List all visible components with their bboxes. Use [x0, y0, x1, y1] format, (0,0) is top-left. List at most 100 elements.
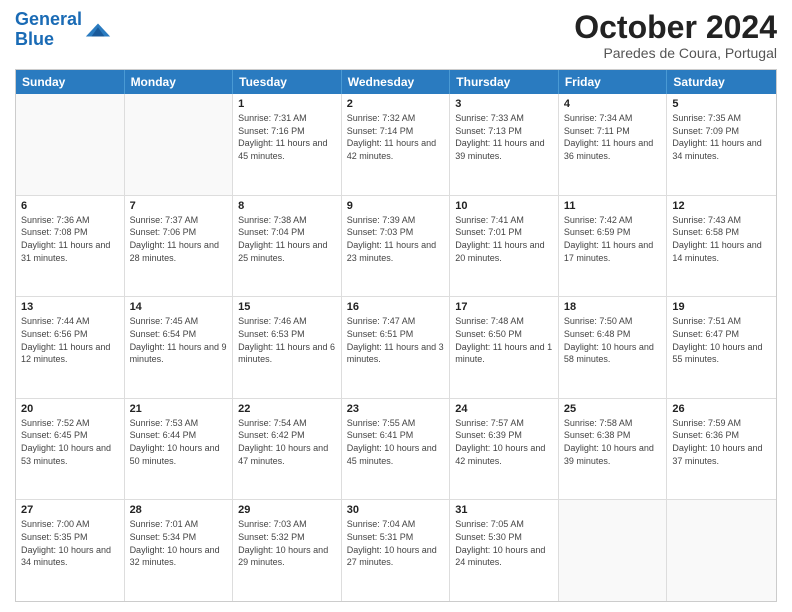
calendar-cell: 6 Sunrise: 7:36 AM Sunset: 7:08 PM Daylig… [16, 196, 125, 297]
location: Paredes de Coura, Portugal [574, 45, 777, 61]
cell-date: 7 [130, 200, 228, 212]
cell-info: Sunrise: 7:47 AM Sunset: 6:51 PM Dayligh… [347, 315, 445, 365]
calendar: SundayMondayTuesdayWednesdayThursdayFrid… [15, 69, 777, 602]
cell-date: 14 [130, 301, 228, 313]
calendar-cell: 19 Sunrise: 7:51 AM Sunset: 6:47 PM Dayli… [667, 297, 776, 398]
calendar-row-0: 1Sunrise: 7:31 AM Sunset: 7:16 PM Daylig… [16, 94, 776, 196]
cell-info: Sunrise: 7:05 AM Sunset: 5:30 PM Dayligh… [455, 518, 553, 568]
weekday-header-thursday: Thursday [450, 70, 559, 94]
weekday-header-wednesday: Wednesday [342, 70, 451, 94]
calendar-cell: 15Sunrise: 7:46 AM Sunset: 6:53 PM Dayli… [233, 297, 342, 398]
cell-date: 27 [21, 504, 119, 516]
cell-info: Sunrise: 7:01 AM Sunset: 5:34 PM Dayligh… [130, 518, 228, 568]
calendar-cell: 12Sunrise: 7:43 AM Sunset: 6:58 PM Dayli… [667, 196, 776, 297]
cell-info: Sunrise: 7:34 AM Sunset: 7:11 PM Dayligh… [564, 112, 662, 162]
title-block: October 2024 Paredes de Coura, Portugal [574, 10, 777, 61]
cell-date: 26 [672, 403, 771, 415]
cell-date: 15 [238, 301, 336, 313]
cell-info: Sunrise: 7:32 AM Sunset: 7:14 PM Dayligh… [347, 112, 445, 162]
cell-info: Sunrise: 7:33 AM Sunset: 7:13 PM Dayligh… [455, 112, 553, 162]
cell-date: 18 [564, 301, 662, 313]
calendar-cell: 21Sunrise: 7:53 AM Sunset: 6:44 PM Dayli… [125, 399, 234, 500]
cell-date: 3 [455, 98, 553, 110]
calendar-cell [125, 94, 234, 195]
cell-info: Sunrise: 7:45 AM Sunset: 6:54 PM Dayligh… [130, 315, 228, 365]
cell-date: 11 [564, 200, 662, 212]
calendar-cell: 16 Sunrise: 7:47 AM Sunset: 6:51 PM Dayli… [342, 297, 451, 398]
cell-date: 17 [455, 301, 553, 313]
calendar-cell: 26 Sunrise: 7:59 AM Sunset: 6:36 PM Dayli… [667, 399, 776, 500]
calendar-cell: 14 Sunrise: 7:45 AM Sunset: 6:54 PM Dayli… [125, 297, 234, 398]
cell-date: 28 [130, 504, 228, 516]
cell-info: Sunrise: 7:00 AM Sunset: 5:35 PM Dayligh… [21, 518, 119, 568]
calendar-cell: 1Sunrise: 7:31 AM Sunset: 7:16 PM Daylig… [233, 94, 342, 195]
cell-info: Sunrise: 7:52 AM Sunset: 6:45 PM Dayligh… [21, 417, 119, 467]
calendar-body: 1Sunrise: 7:31 AM Sunset: 7:16 PM Daylig… [16, 94, 776, 601]
calendar-cell: 20 Sunrise: 7:52 AM Sunset: 6:45 PM Dayli… [16, 399, 125, 500]
cell-date: 5 [672, 98, 771, 110]
calendar-cell: 13 Sunrise: 7:44 AM Sunset: 6:56 PM Dayli… [16, 297, 125, 398]
calendar-cell: 27 Sunrise: 7:00 AM Sunset: 5:35 PM Dayli… [16, 500, 125, 601]
calendar-cell: 28 Sunrise: 7:01 AM Sunset: 5:34 PM Dayli… [125, 500, 234, 601]
cell-info: Sunrise: 7:55 AM Sunset: 6:41 PM Dayligh… [347, 417, 445, 467]
cell-info: Sunrise: 7:44 AM Sunset: 6:56 PM Dayligh… [21, 315, 119, 365]
calendar-cell: 23 Sunrise: 7:55 AM Sunset: 6:41 PM Dayli… [342, 399, 451, 500]
calendar-cell: 29 Sunrise: 7:03 AM Sunset: 5:32 PM Dayli… [233, 500, 342, 601]
calendar-cell: 30Sunrise: 7:04 AM Sunset: 5:31 PM Dayli… [342, 500, 451, 601]
calendar-cell: 22 Sunrise: 7:54 AM Sunset: 6:42 PM Dayli… [233, 399, 342, 500]
cell-date: 6 [21, 200, 119, 212]
cell-info: Sunrise: 7:42 AM Sunset: 6:59 PM Dayligh… [564, 214, 662, 264]
cell-date: 25 [564, 403, 662, 415]
cell-date: 10 [455, 200, 553, 212]
cell-info: Sunrise: 7:59 AM Sunset: 6:36 PM Dayligh… [672, 417, 771, 467]
cell-date: 24 [455, 403, 553, 415]
calendar-header: SundayMondayTuesdayWednesdayThursdayFrid… [16, 70, 776, 94]
cell-info: Sunrise: 7:03 AM Sunset: 5:32 PM Dayligh… [238, 518, 336, 568]
calendar-cell: 4Sunrise: 7:34 AM Sunset: 7:11 PM Daylig… [559, 94, 668, 195]
calendar-row-3: 20 Sunrise: 7:52 AM Sunset: 6:45 PM Dayli… [16, 399, 776, 501]
cell-info: Sunrise: 7:51 AM Sunset: 6:47 PM Dayligh… [672, 315, 771, 365]
cell-date: 16 [347, 301, 445, 313]
calendar-cell: 2Sunrise: 7:32 AM Sunset: 7:14 PM Daylig… [342, 94, 451, 195]
cell-date: 20 [21, 403, 119, 415]
cell-date: 29 [238, 504, 336, 516]
cell-info: Sunrise: 7:38 AM Sunset: 7:04 PM Dayligh… [238, 214, 336, 264]
cell-info: Sunrise: 7:36 AM Sunset: 7:08 PM Dayligh… [21, 214, 119, 264]
header: GeneralBlue October 2024 Paredes de Cour… [15, 10, 777, 61]
weekday-header-tuesday: Tuesday [233, 70, 342, 94]
calendar-cell: 5 Sunrise: 7:35 AM Sunset: 7:09 PM Daylig… [667, 94, 776, 195]
cell-info: Sunrise: 7:57 AM Sunset: 6:39 PM Dayligh… [455, 417, 553, 467]
cell-date: 19 [672, 301, 771, 313]
calendar-cell: 11 Sunrise: 7:42 AM Sunset: 6:59 PM Dayli… [559, 196, 668, 297]
cell-info: Sunrise: 7:58 AM Sunset: 6:38 PM Dayligh… [564, 417, 662, 467]
cell-info: Sunrise: 7:41 AM Sunset: 7:01 PM Dayligh… [455, 214, 553, 264]
calendar-row-1: 6 Sunrise: 7:36 AM Sunset: 7:08 PM Daylig… [16, 196, 776, 298]
calendar-cell [667, 500, 776, 601]
calendar-cell: 3 Sunrise: 7:33 AM Sunset: 7:13 PM Daylig… [450, 94, 559, 195]
cell-date: 13 [21, 301, 119, 313]
cell-info: Sunrise: 7:43 AM Sunset: 6:58 PM Dayligh… [672, 214, 771, 264]
cell-info: Sunrise: 7:35 AM Sunset: 7:09 PM Dayligh… [672, 112, 771, 162]
cell-info: Sunrise: 7:54 AM Sunset: 6:42 PM Dayligh… [238, 417, 336, 467]
calendar-cell: 10 Sunrise: 7:41 AM Sunset: 7:01 PM Dayli… [450, 196, 559, 297]
calendar-cell: 9 Sunrise: 7:39 AM Sunset: 7:03 PM Daylig… [342, 196, 451, 297]
month-title: October 2024 [574, 10, 777, 45]
logo-text: GeneralBlue [15, 10, 82, 50]
weekday-header-sunday: Sunday [16, 70, 125, 94]
cell-date: 21 [130, 403, 228, 415]
calendar-row-4: 27 Sunrise: 7:00 AM Sunset: 5:35 PM Dayli… [16, 500, 776, 601]
cell-info: Sunrise: 7:50 AM Sunset: 6:48 PM Dayligh… [564, 315, 662, 365]
cell-info: Sunrise: 7:48 AM Sunset: 6:50 PM Dayligh… [455, 315, 553, 365]
cell-date: 1 [238, 98, 336, 110]
cell-date: 31 [455, 504, 553, 516]
cell-date: 30 [347, 504, 445, 516]
cell-date: 23 [347, 403, 445, 415]
cell-info: Sunrise: 7:39 AM Sunset: 7:03 PM Dayligh… [347, 214, 445, 264]
calendar-cell [16, 94, 125, 195]
cell-date: 8 [238, 200, 336, 212]
calendar-cell: 18 Sunrise: 7:50 AM Sunset: 6:48 PM Dayli… [559, 297, 668, 398]
cell-date: 9 [347, 200, 445, 212]
cell-date: 22 [238, 403, 336, 415]
calendar-cell: 7Sunrise: 7:37 AM Sunset: 7:06 PM Daylig… [125, 196, 234, 297]
logo-icon [84, 16, 112, 44]
